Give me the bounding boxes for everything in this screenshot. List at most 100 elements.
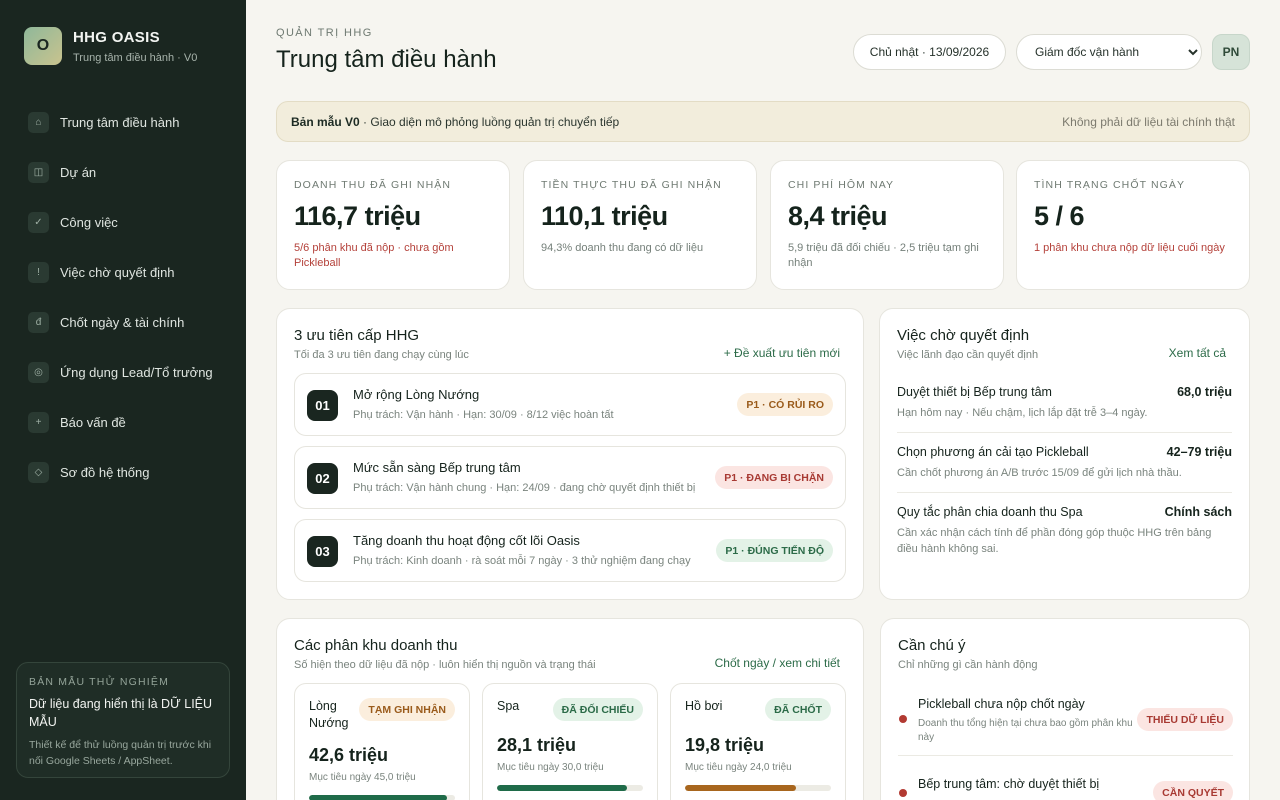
- kpi-card-cash: TIỀN THỰC THU ĐÃ GHI NHẬN 110,1 triệu 94…: [523, 160, 757, 290]
- project-icon: ◫: [28, 161, 49, 183]
- sidebar-item-finance[interactable]: đ Chốt ngày & tài chính: [28, 311, 228, 333]
- sidebar-item-label: Sơ đồ hệ thống: [60, 464, 150, 480]
- zone-card-long-nuong[interactable]: Lòng Nướng TẠM GHI NHẬN 42,6 triệu Mục t…: [294, 683, 470, 800]
- zone-value: 28,1 triệu: [497, 735, 577, 755]
- kpi-value: 8,4 triệu: [788, 201, 888, 231]
- brand-logo: O: [24, 27, 62, 65]
- decision-note: Cần xác nhận cách tính để phần đóng góp …: [897, 527, 1212, 555]
- priority-item[interactable]: 01 Mở rộng Lòng Nướng Phụ trách: Vận hàn…: [294, 373, 846, 436]
- zone-progress-fill: [309, 795, 448, 800]
- priority-number: 03: [307, 536, 338, 567]
- zone-name: Spa: [497, 699, 520, 713]
- kpi-note: 94,3% doanh thu đang có dữ liệu: [541, 242, 704, 254]
- banner-text: · Giao diện mô phỏng luồng quản trị chuy…: [359, 114, 620, 129]
- sidebar-item-label: Công việc: [60, 214, 118, 230]
- zone-target: Mục tiêu ngày 45,0 triệu: [309, 772, 416, 783]
- sidebar-item-system-map[interactable]: ◇ Sơ đồ hệ thống: [28, 461, 228, 483]
- kpi-value: 5 / 6: [1034, 201, 1085, 231]
- decisions-card: Việc chờ quyết định Việc lãnh đạo cần qu…: [879, 308, 1250, 600]
- kpi-label: TIỀN THỰC THU ĐÃ GHI NHẬN: [541, 179, 722, 191]
- attention-title: Cần chú ý: [898, 637, 966, 654]
- priorities-card: 3 ưu tiên cấp HHG Tối đa 3 ưu tiên đang …: [276, 308, 864, 600]
- check-icon: ✓: [28, 211, 49, 233]
- sidebar-item-report-issue[interactable]: + Báo vấn đề: [28, 411, 228, 433]
- brand[interactable]: O HHG OASIS Trung tâm điều hành · V0: [24, 27, 197, 65]
- zone-target: Mục tiêu ngày 24,0 triệu: [685, 762, 792, 773]
- status-badge: ĐÃ ĐỐI CHIẾU: [552, 698, 643, 721]
- zone-progress-bar: [685, 785, 831, 791]
- banner-disclaimer: Không phải dữ liệu tài chính thật: [1062, 114, 1235, 129]
- priority-item[interactable]: 02 Mức sẵn sàng Bếp trung tâm Phụ trách:…: [294, 446, 846, 509]
- decision-amount: Chính sách: [1164, 505, 1232, 519]
- zone-card-pool[interactable]: Hồ bơi ĐÃ CHỐT 19,8 triệu Mục tiêu ngày …: [670, 683, 846, 800]
- attention-card: Cần chú ý Chỉ những gì cần hành động Pic…: [880, 618, 1250, 800]
- decisions-title: Việc chờ quyết định: [897, 327, 1030, 344]
- kpi-card-cost: CHI PHÍ HÔM NAY 8,4 triệu 5,9 triệu đã đ…: [770, 160, 1004, 290]
- sandbox-notice: BẢN MẪU THỬ NGHIỆM Dữ liệu đang hiển thị…: [16, 662, 230, 778]
- sandbox-kicker: BẢN MẪU THỬ NGHIỆM: [29, 676, 170, 688]
- priority-item[interactable]: 03 Tăng doanh thu hoạt động cốt lõi Oasi…: [294, 519, 846, 582]
- alert-dot-icon: [899, 715, 907, 723]
- view-all-link[interactable]: Xem tất cả: [1169, 346, 1226, 360]
- priority-title: Tăng doanh thu hoạt động cốt lõi Oasis: [353, 533, 580, 548]
- kpi-note: 5/6 phân khu đã nộp · chưa gồm Picklebal…: [294, 242, 454, 269]
- sidebar-item-label: Chốt ngày & tài chính: [60, 314, 185, 330]
- kpi-label: TÌNH TRẠNG CHỐT NGÀY: [1034, 179, 1186, 191]
- close-day-link[interactable]: Chốt ngày / xem chi tiết: [715, 656, 840, 670]
- attention-item-note: Doanh thu tổng hiện tại chưa bao gồm phâ…: [918, 718, 1133, 743]
- status-badge: P1 · ĐANG BỊ CHẶN: [715, 466, 833, 489]
- sidebar-item-label: Ứng dụng Lead/Tổ trưởng: [60, 364, 213, 380]
- decision-title: Quy tắc phân chia doanh thu Spa: [897, 505, 1083, 519]
- zones-subtitle: Số hiện theo dữ liệu đã nộp · luôn hiển …: [294, 659, 596, 671]
- attention-subtitle: Chỉ những gì cần hành động: [898, 659, 1038, 671]
- zone-progress-fill: [685, 785, 796, 791]
- sidebar-item-decisions[interactable]: ! Việc chờ quyết định: [28, 261, 228, 283]
- brand-subtitle: Trung tâm điều hành · V0: [73, 51, 198, 64]
- sidebar-item-projects[interactable]: ◫ Dự án: [28, 161, 228, 183]
- sidebar-nav: ⌂ Trung tâm điều hành ◫ Dự án ✓ Công việ…: [28, 111, 228, 511]
- sidebar-item-label: Việc chờ quyết định: [60, 264, 175, 280]
- kpi-label: DOANH THU ĐÃ GHI NHẬN: [294, 179, 452, 191]
- zone-card-spa[interactable]: Spa ĐÃ ĐỐI CHIẾU 28,1 triệu Mục tiêu ngà…: [482, 683, 658, 800]
- sidebar-item-tasks[interactable]: ✓ Công việc: [28, 211, 228, 233]
- banner-left: Bản mẫu V0 · Giao diện mô phỏng luồng qu…: [291, 115, 619, 129]
- alert-icon: !: [28, 261, 49, 283]
- kpi-card-closing: TÌNH TRẠNG CHỐT NGÀY 5 / 6 1 phân khu ch…: [1016, 160, 1250, 290]
- revenue-zones-card: Các phân khu doanh thu Số hiện theo dữ l…: [276, 618, 864, 800]
- decision-title: Chọn phương án cải tạo Pickleball: [897, 445, 1089, 459]
- decision-title: Duyệt thiết bị Bếp trung tâm: [897, 385, 1052, 399]
- priority-meta: Phụ trách: Kinh doanh · rà soát mỗi 7 ng…: [353, 555, 691, 567]
- currency-icon: đ: [28, 311, 49, 333]
- kpi-note: 5,9 triệu đã đối chiếu · 2,5 triệu tạm g…: [788, 242, 979, 269]
- role-select[interactable]: Giám đốc vận hành: [1016, 34, 1202, 70]
- zones-title: Các phân khu doanh thu: [294, 637, 458, 654]
- zone-progress-bar: [309, 795, 455, 800]
- divider: [897, 432, 1232, 433]
- zone-value: 19,8 triệu: [685, 735, 765, 755]
- brand-name: HHG OASIS: [73, 28, 160, 46]
- priority-title: Mở rộng Lòng Nướng: [353, 387, 480, 402]
- zone-progress-bar: [497, 785, 643, 791]
- priority-title: Mức sẵn sàng Bếp trung tâm: [353, 460, 521, 475]
- sandbox-title: Dữ liệu đang hiển thị là DỮ LIỆU MẪU: [29, 697, 213, 729]
- sidebar-item-label: Báo vấn đề: [60, 414, 126, 430]
- sidebar-item-label: Trung tâm điều hành: [60, 114, 180, 130]
- propose-priority-link[interactable]: + Đề xuất ưu tiên mới: [724, 346, 840, 360]
- sidebar-item-dashboard[interactable]: ⌂ Trung tâm điều hành: [28, 111, 228, 133]
- kpi-value: 110,1 triệu: [541, 201, 668, 231]
- plus-icon: +: [28, 411, 49, 433]
- sidebar-item-lead-app[interactable]: ◎ Ứng dụng Lead/Tổ trưởng: [28, 361, 228, 383]
- decision-note: Cần chốt phương án A/B trước 15/09 để gử…: [897, 467, 1182, 479]
- home-icon: ⌂: [28, 111, 49, 133]
- divider: [897, 492, 1232, 493]
- decision-note: Hạn hôm nay · Nếu chậm, lịch lắp đặt trễ…: [897, 407, 1148, 419]
- zone-value: 42,6 triệu: [309, 745, 389, 765]
- attention-item-title: Bếp trung tâm: chờ duyệt thiết bị: [918, 777, 1100, 791]
- sidebar-item-label: Dự án: [60, 164, 97, 180]
- status-badge: CẦN QUYẾT: [1153, 781, 1233, 800]
- priority-number: 02: [307, 463, 338, 494]
- page-title: Trung tâm điều hành: [276, 46, 497, 73]
- date-picker[interactable]: Chủ nhật · 13/09/2026: [853, 34, 1006, 70]
- avatar[interactable]: PN: [1212, 34, 1250, 70]
- kpi-label: CHI PHÍ HÔM NAY: [788, 179, 895, 191]
